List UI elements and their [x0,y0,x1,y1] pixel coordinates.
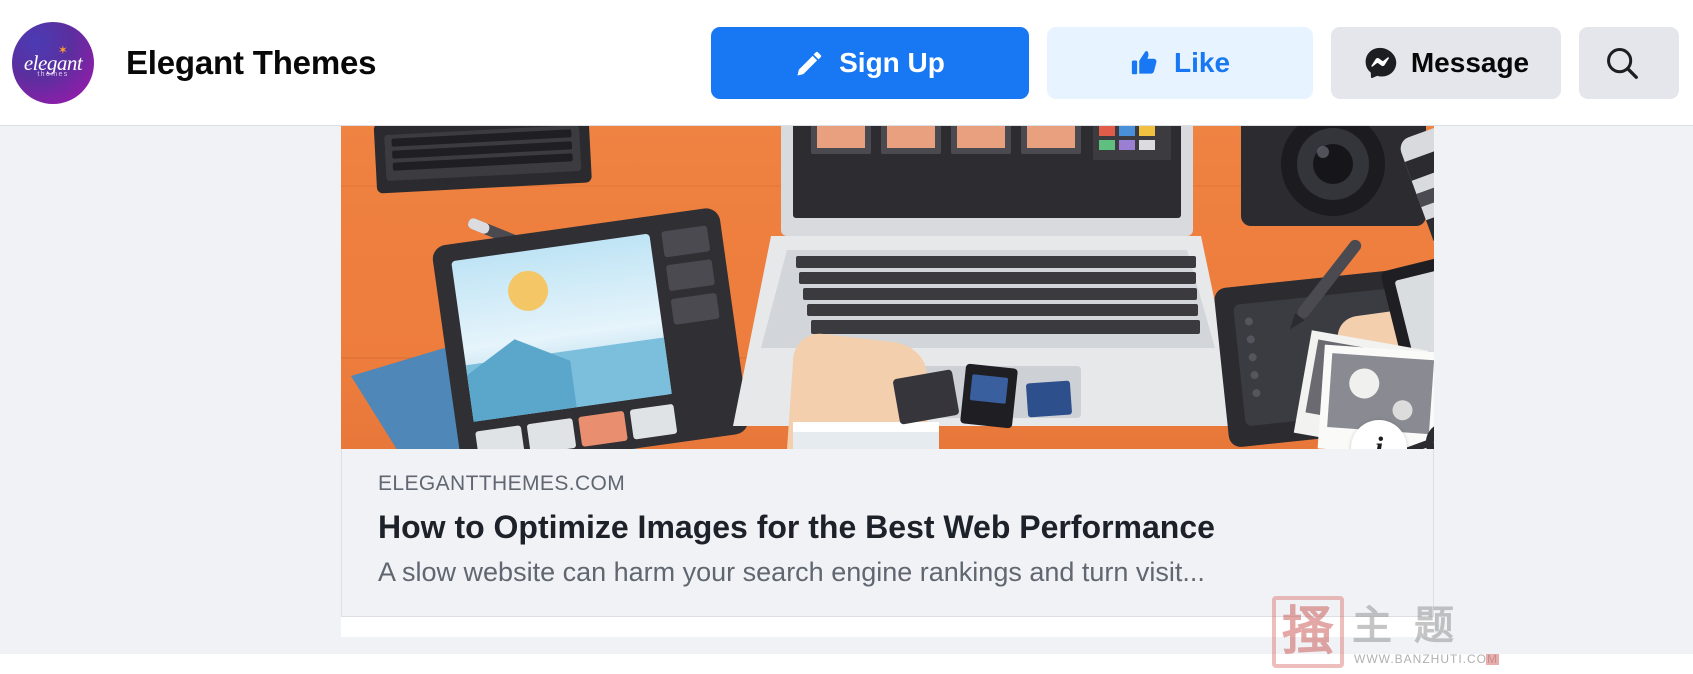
link-description: A slow website can harm your search engi… [378,557,1205,588]
like-button[interactable]: Like [1047,26,1313,99]
link-preview[interactable]: ELEGANTTHEMES.COM How to Optimize Images… [341,449,1434,618]
like-label: Like [1173,46,1231,78]
avatar[interactable]: ✶ elegant themes [12,21,94,104]
avatar-logo-sub: themes [37,70,69,78]
messenger-icon [1363,46,1397,80]
link-domain: ELEGANTTHEMES.COM [378,472,626,495]
page-title: Elegant Themes [126,43,377,81]
link-title[interactable]: How to Optimize Images for the Best Web … [378,507,1397,547]
pencil-icon [795,48,825,78]
thumbs-up-icon [1130,48,1160,78]
info-icon-glyph: i [1374,431,1384,449]
post-footer [341,617,1434,638]
sign-up-button[interactable]: Sign Up [711,26,1029,99]
watermark-dot [1486,654,1499,665]
page-header: ✶ elegant themes Elegant Themes Sign Up … [0,0,1693,125]
message-label: Message [1410,46,1530,78]
search-icon [1603,44,1641,82]
post-link-image[interactable]: i [341,126,1434,449]
post-card: i ELEGANTTHEMES.COM How to Optimize Imag… [341,126,1434,638]
sign-up-label: Sign Up [839,46,945,78]
message-button[interactable]: Message [1331,26,1561,99]
feed-area: i ELEGANTTHEMES.COM How to Optimize Imag… [0,125,1693,668]
header-actions: Sign Up Like Message [711,26,1679,99]
watermark-url: WWW.BANZHUTI.COM [1354,652,1498,666]
search-button[interactable] [1579,26,1679,99]
